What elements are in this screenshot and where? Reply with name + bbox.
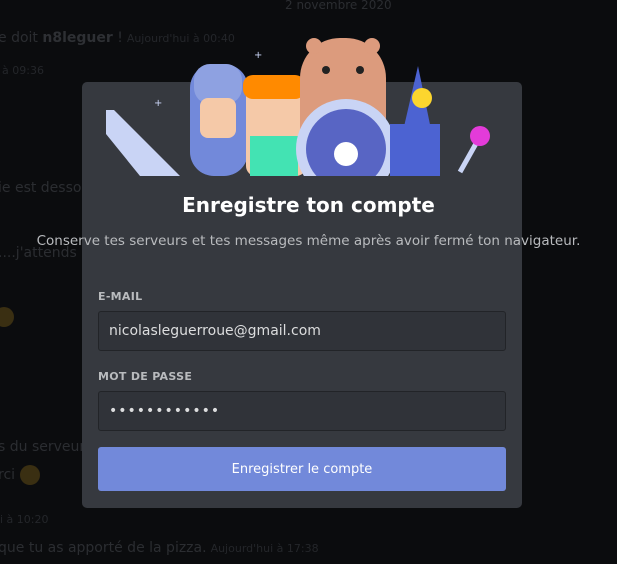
modal-subtitle: Conserve tes serveurs et tes messages mê… — [36, 233, 581, 249]
chat-message: que tu as apporté de la pizza. Aujourd'hu… — [0, 540, 319, 556]
message-text: rci — [0, 467, 16, 483]
message-text: e doit — [0, 30, 43, 46]
message-text: s du serveur( — [0, 439, 91, 455]
date-divider: 2 novembre 2020 — [285, 0, 392, 12]
email-input[interactable]: nicolasleguerroue@gmail.com — [98, 311, 506, 351]
timestamp: Aujourd'hui à 17:38 — [210, 542, 319, 555]
wand-icon — [470, 126, 490, 146]
timestamp: à 09:36 — [2, 64, 44, 77]
wink-emoji-icon — [19, 465, 40, 485]
password-label: MOT DE PASSE — [98, 370, 193, 383]
email-label: E-MAIL — [98, 290, 143, 303]
password-input[interactable]: •••••••••••• — [98, 391, 506, 431]
smile-emoji-icon — [0, 307, 14, 327]
message-text: que tu as apporté de la pizza. — [0, 540, 207, 556]
svg-text:+: + — [154, 98, 162, 109]
characters-illustration: + + — [106, 38, 490, 176]
svg-text:+: + — [254, 50, 262, 61]
sword-icon — [106, 110, 180, 176]
register-account-button[interactable]: Enregistrer le compte — [98, 447, 506, 491]
modal-title: Enregistre ton compte — [182, 193, 435, 217]
timestamp: i à 10:20 — [0, 513, 49, 526]
